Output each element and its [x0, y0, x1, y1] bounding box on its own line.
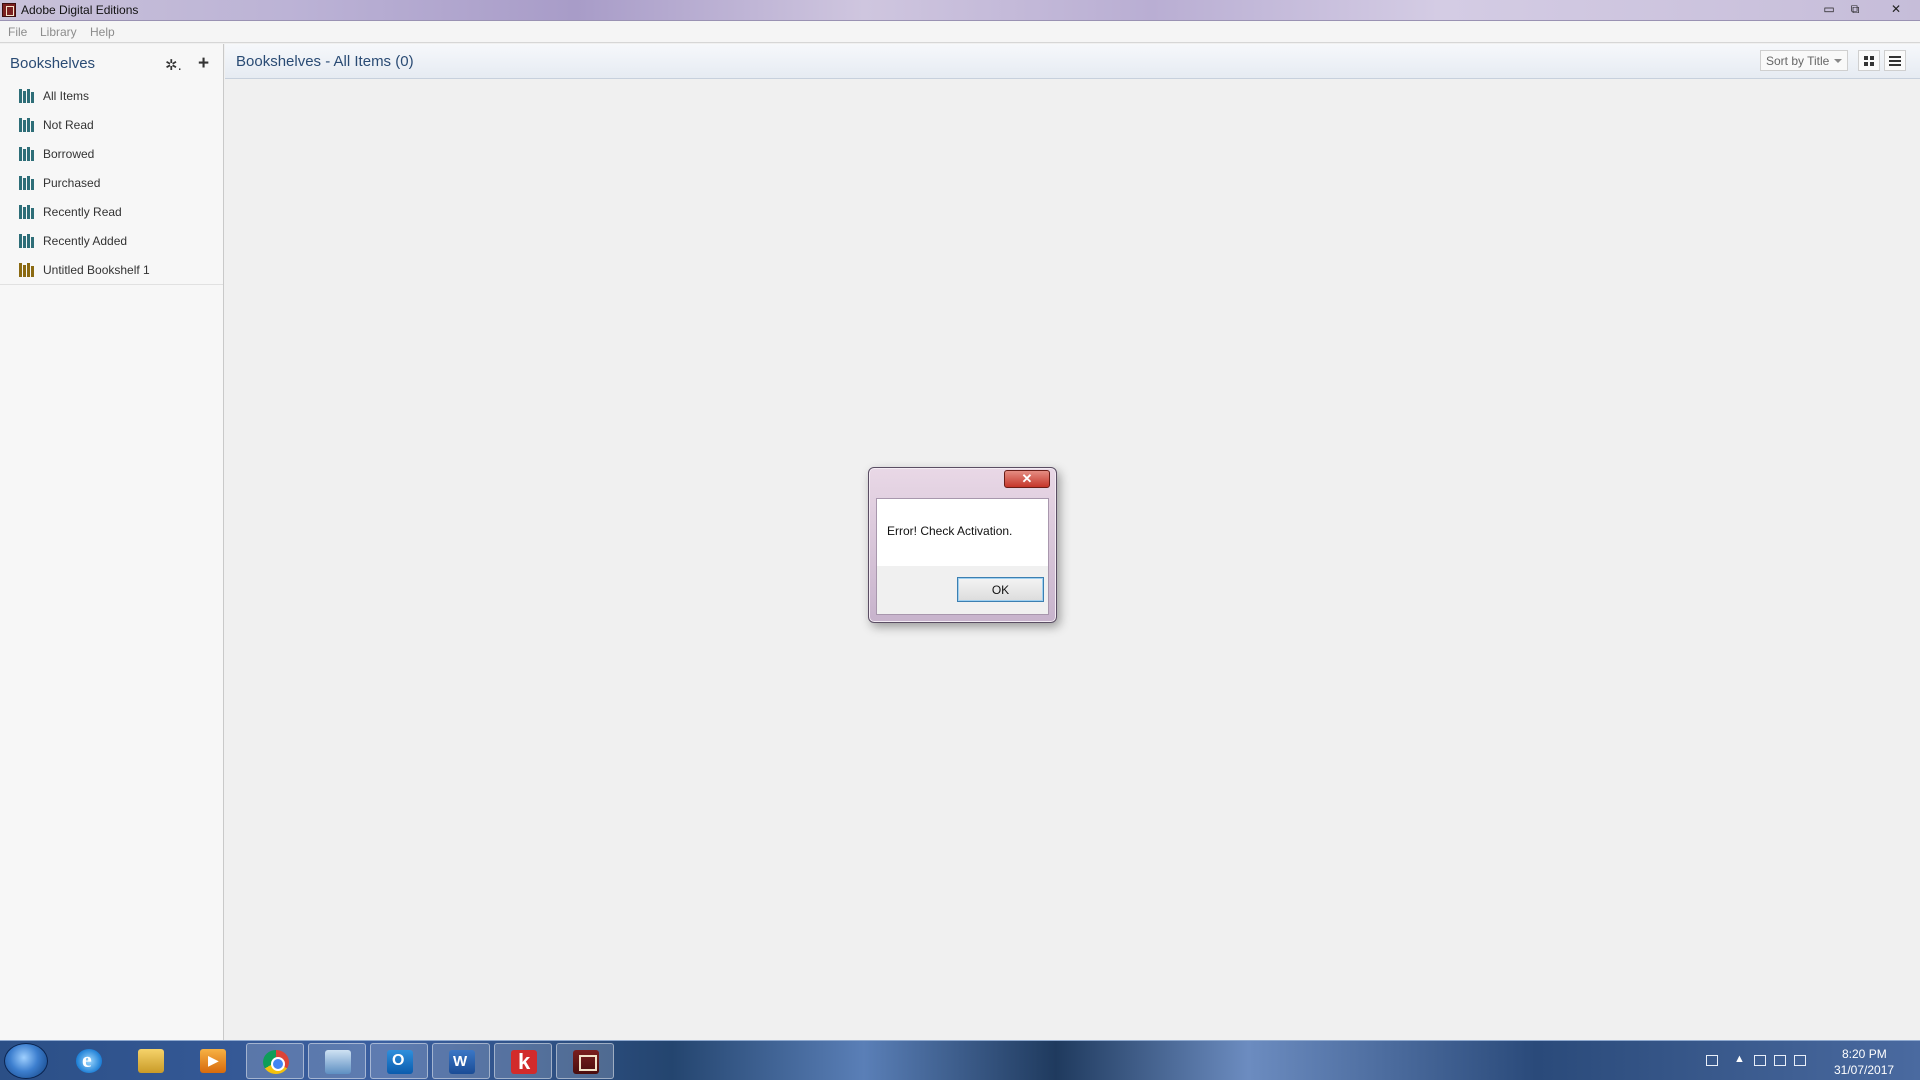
bookshelf-icon — [19, 89, 34, 103]
show-hidden-icons-icon[interactable]: ▲ — [1734, 1053, 1745, 1065]
sidebar: Bookshelves ✲. + All Items Not Read Borr… — [0, 44, 224, 1040]
sidebar-item-purchased[interactable]: Purchased — [0, 169, 223, 198]
library-content-area — [225, 80, 1920, 1040]
bookshelf-icon — [19, 147, 34, 161]
chrome-icon — [263, 1050, 289, 1074]
custom-bookshelf-icon — [19, 263, 34, 277]
bookshelf-icon — [19, 234, 34, 248]
sidebar-item-label: Purchased — [43, 176, 101, 190]
taskbar-media-player[interactable] — [184, 1043, 242, 1079]
word-icon — [449, 1050, 475, 1074]
list-view-button[interactable] — [1884, 50, 1906, 71]
sidebar-item-borrowed[interactable]: Borrowed — [0, 140, 223, 169]
clock-time[interactable]: 8:20 PM — [1842, 1047, 1887, 1061]
taskbar-remote-desktop[interactable] — [308, 1043, 366, 1079]
page-title: Bookshelves - All Items (0) — [236, 53, 414, 70]
sidebar-item-not-read[interactable]: Not Read — [0, 111, 223, 140]
volume-icon[interactable] — [1794, 1055, 1806, 1066]
keyboard-icon[interactable] — [1706, 1055, 1718, 1066]
network-icon[interactable] — [1774, 1055, 1786, 1066]
content-header: Bookshelves - All Items (0) Sort by Titl… — [225, 44, 1920, 79]
sidebar-item-label: Borrowed — [43, 147, 95, 161]
adobe-digital-editions-icon — [573, 1050, 599, 1074]
dialog-close-button[interactable]: ✕ — [1004, 470, 1050, 488]
error-dialog: ✕ Error! Check Activation. OK — [868, 467, 1057, 623]
taskbar-internet-explorer[interactable] — [60, 1043, 118, 1079]
taskbar-word[interactable] — [432, 1043, 490, 1079]
taskbar-adobe-digital-editions[interactable] — [556, 1043, 614, 1079]
sidebar-item-untitled-bookshelf-1[interactable]: Untitled Bookshelf 1 — [0, 256, 223, 285]
window-title: Adobe Digital Editions — [21, 3, 139, 17]
sidebar-item-all-items[interactable]: All Items — [0, 82, 223, 111]
adobe-digital-editions-icon — [2, 3, 16, 17]
taskbar: ▲ 8:20 PM 31/07/2017 — [0, 1040, 1920, 1080]
internet-explorer-icon — [76, 1047, 102, 1073]
outlook-icon — [387, 1050, 413, 1074]
grid-view-button[interactable] — [1858, 50, 1880, 71]
add-bookshelf-button[interactable]: + — [198, 53, 209, 75]
k-app-icon — [511, 1049, 537, 1075]
grid-view-icon — [1864, 62, 1868, 66]
list-view-icon — [1889, 56, 1901, 58]
system-tray: ▲ 8:20 PM 31/07/2017 — [1690, 1041, 1920, 1080]
dialog-footer: OK — [877, 566, 1048, 614]
maximize-button[interactable]: ⧉ — [1842, 1, 1868, 18]
sort-dropdown-value: Sort by Title — [1766, 54, 1830, 68]
remote-desktop-icon — [325, 1050, 351, 1074]
bookshelf-icon — [19, 176, 34, 190]
sidebar-item-recently-added[interactable]: Recently Added — [0, 227, 223, 256]
menu-library[interactable]: Library — [40, 25, 77, 39]
sidebar-divider — [0, 284, 223, 285]
list-view-icon — [1889, 64, 1901, 66]
media-player-icon — [200, 1049, 226, 1073]
sort-dropdown[interactable]: Sort by Title — [1760, 50, 1848, 71]
clock-date[interactable]: 31/07/2017 — [1834, 1063, 1894, 1077]
dialog-message: Error! Check Activation. — [887, 524, 1013, 538]
grid-view-icon — [1870, 62, 1874, 66]
taskbar-chrome[interactable] — [246, 1043, 304, 1079]
start-button[interactable] — [4, 1043, 48, 1079]
sidebar-item-label: Not Read — [43, 118, 94, 132]
sidebar-item-label: All Items — [43, 89, 90, 103]
minimize-button[interactable]: ▭ — [1816, 1, 1842, 18]
action-center-flag-icon[interactable] — [1754, 1055, 1766, 1066]
menu-bar: File Library Help — [0, 21, 1920, 43]
sidebar-item-label: Untitled Bookshelf 1 — [43, 263, 150, 277]
chevron-down-icon — [1834, 59, 1842, 63]
menu-help[interactable]: Help — [90, 25, 115, 39]
gear-icon[interactable]: ✲. — [165, 56, 182, 74]
sidebar-header: Bookshelves ✲. + — [0, 44, 223, 84]
bookshelf-icon — [19, 118, 34, 132]
menu-file[interactable]: File — [8, 25, 27, 39]
close-window-button[interactable]: ✕ — [1878, 1, 1914, 18]
bookshelf-icon — [19, 205, 34, 219]
list-view-icon — [1889, 60, 1901, 62]
title-bar: Adobe Digital Editions ▭ ⧉ ✕ — [0, 0, 1920, 21]
taskbar-outlook[interactable] — [370, 1043, 428, 1079]
dialog-body: Error! Check Activation. OK — [876, 498, 1049, 615]
file-explorer-icon — [138, 1049, 164, 1073]
sidebar-title: Bookshelves — [10, 55, 96, 72]
grid-view-icon — [1870, 56, 1874, 60]
bookshelf-list: All Items Not Read Borrowed Purchased Re… — [0, 82, 223, 285]
taskbar-k-app[interactable] — [494, 1043, 552, 1079]
sidebar-item-label: Recently Read — [43, 205, 122, 219]
taskbar-file-explorer[interactable] — [122, 1043, 180, 1079]
sidebar-item-recently-read[interactable]: Recently Read — [0, 198, 223, 227]
sidebar-item-label: Recently Added — [43, 234, 128, 248]
ok-button[interactable]: OK — [957, 577, 1044, 602]
grid-view-icon — [1864, 56, 1868, 60]
